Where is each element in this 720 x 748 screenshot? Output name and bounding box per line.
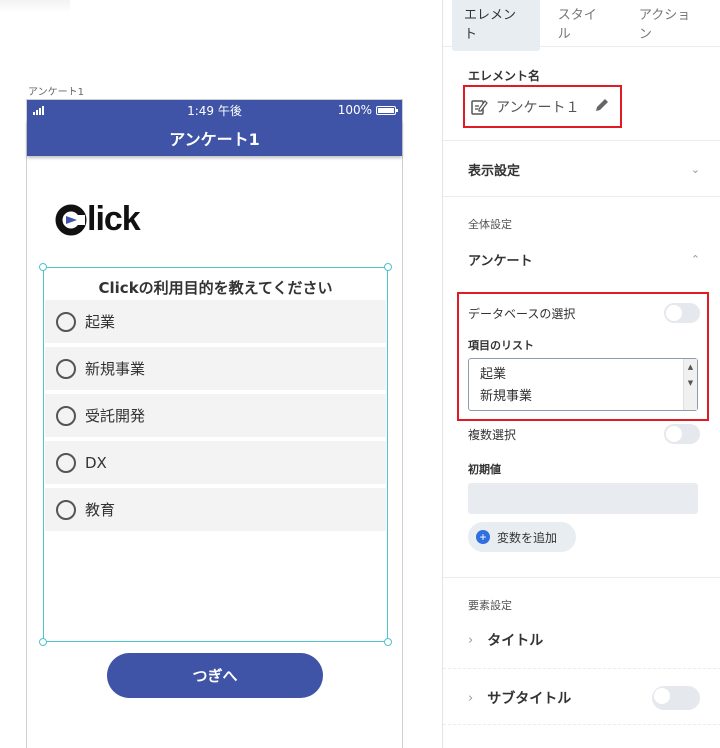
radio-icon[interactable] <box>56 311 76 332</box>
survey-option[interactable]: 起業 <box>45 300 386 343</box>
survey-option[interactable]: 新規事業 <box>45 347 386 390</box>
element-name-value: アンケート１ <box>496 99 580 116</box>
title-item-label: タイトル <box>487 633 544 649</box>
canvas: アンケート1 1:49 午後 100% アンケート1 lick Clickの利用… <box>0 0 442 748</box>
option-label: DX <box>85 453 107 472</box>
option-label: 教育 <box>85 501 116 519</box>
chevron-right-icon: › <box>468 632 474 648</box>
plus-icon: + <box>476 530 490 544</box>
radio-icon[interactable] <box>56 405 76 426</box>
edit-document-icon <box>471 99 488 115</box>
frame-label: アンケート1 <box>28 87 84 98</box>
resize-handle-top-right[interactable] <box>384 263 392 271</box>
battery-icon <box>376 105 398 115</box>
logo-text: lick <box>87 200 141 238</box>
display-settings-row[interactable]: 表示設定 ⌄ <box>468 160 700 179</box>
initial-value-input[interactable] <box>468 483 698 514</box>
subtitle-item-label: サブタイトル <box>487 691 572 707</box>
status-time: 1:49 午後 <box>187 103 242 118</box>
initial-value-label: 初期値 <box>468 463 501 476</box>
radio-icon[interactable] <box>56 452 76 473</box>
canvas-shadow <box>0 0 70 12</box>
tab-element[interactable]: エレメント <box>452 0 540 51</box>
click-logo[interactable]: lick <box>55 200 141 239</box>
option-label: 受託開発 <box>85 407 146 425</box>
subtitle-toggle[interactable] <box>652 686 700 710</box>
resize-handle-top-left[interactable] <box>39 263 47 271</box>
chevron-down-icon: ⌄ <box>690 163 700 176</box>
resize-handle-bottom-right[interactable] <box>384 638 392 646</box>
multi-select-row: 複数選択 <box>468 424 700 444</box>
add-variable-label: 変数を追加 <box>497 530 558 545</box>
survey-section-label: アンケート <box>468 254 533 269</box>
panel-tabs: エレメント スタイル アクション <box>443 0 720 51</box>
survey-element[interactable]: Clickの利用目的を教えてください 起業 新規事業 受託開発 DX 教育 <box>39 263 392 646</box>
element-name-label: エレメント名 <box>468 69 541 83</box>
tab-style[interactable]: スタイル <box>546 0 621 51</box>
subtitle-item-row[interactable]: › サブタイトル <box>468 686 700 710</box>
nav-title: アンケート1 <box>169 130 260 149</box>
display-settings-label: 表示設定 <box>468 164 521 179</box>
element-settings-label: 要素設定 <box>468 599 512 612</box>
radio-icon[interactable] <box>56 499 76 520</box>
multi-select-toggle[interactable] <box>664 424 700 444</box>
tab-action[interactable]: アクション <box>627 0 714 51</box>
chevron-up-icon: ⌃ <box>690 253 700 266</box>
survey-option[interactable]: 教育 <box>45 488 386 531</box>
resize-handle-bottom-left[interactable] <box>39 638 47 646</box>
click-logo-icon <box>55 204 87 235</box>
chevron-right-icon: › <box>468 690 474 706</box>
global-settings-label: 全体設定 <box>468 218 512 231</box>
status-bar: 1:49 午後 100% <box>27 100 402 120</box>
option-label: 起業 <box>85 313 116 331</box>
title-item-row[interactable]: › タイトル <box>468 630 700 650</box>
highlight-box <box>457 292 709 421</box>
survey-option[interactable]: 受託開発 <box>45 394 386 437</box>
phone-frame[interactable]: 1:49 午後 100% アンケート1 lick Clickの利用目的を教えてく… <box>26 99 403 748</box>
option-label: 新規事業 <box>85 360 146 378</box>
survey-option[interactable]: DX <box>45 441 386 484</box>
next-button[interactable]: つぎへ <box>107 653 323 698</box>
add-variable-button[interactable]: + 変数を追加 <box>468 522 576 552</box>
radio-icon[interactable] <box>56 358 76 379</box>
survey-title: Clickの利用目的を教えてください <box>98 279 333 297</box>
pencil-icon[interactable] <box>594 97 610 113</box>
nav-bar: アンケート1 <box>27 120 402 156</box>
multi-select-label: 複数選択 <box>468 427 517 442</box>
survey-section-row[interactable]: アンケート ⌃ <box>468 250 700 269</box>
